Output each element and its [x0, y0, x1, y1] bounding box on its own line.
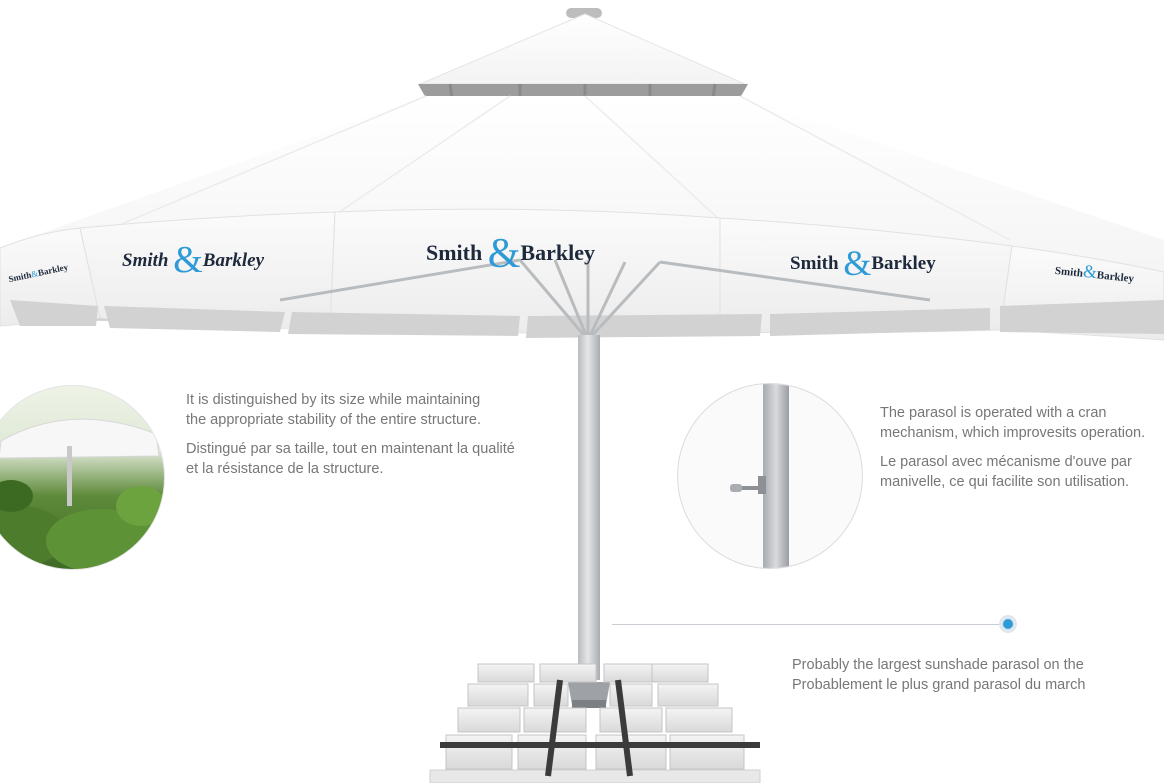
brand-name-left: Smith: [426, 240, 483, 265]
feature-largest: Probably the largest sunshade parasol on…: [792, 655, 1164, 695]
brand-name-right: Barkley: [202, 250, 265, 271]
brand-logo-right: Smith &Barkley: [790, 242, 936, 284]
crank-closeup-circle: [677, 383, 863, 569]
brand-ampersand: &: [487, 231, 521, 277]
feature-size-fr: Distingué par sa taille, tout en mainten…: [186, 441, 515, 477]
feature-size-en: It is distinguished by its size while ma…: [186, 392, 481, 428]
feature-largest-fr: Probablement le plus grand parasol du ma…: [792, 677, 1086, 693]
brand-ampersand: &: [843, 243, 872, 283]
brand-name-left: Smith: [122, 250, 169, 271]
brand-name-left: Smith: [1054, 264, 1084, 280]
callout-dot[interactable]: [1003, 619, 1013, 629]
brand-name-left: Smith: [790, 253, 839, 274]
feature-largest-en: Probably the largest sunshade parasol on…: [792, 657, 1084, 673]
callout-line: [612, 624, 1008, 625]
feature-crank-fr: Le parasol avec mécanisme d'ouve par man…: [880, 454, 1132, 490]
brand-ampersand: &: [173, 239, 203, 281]
feature-size: It is distinguished by its size while ma…: [186, 390, 516, 488]
feature-crank-en: The parasol is operated with a cran mech…: [880, 405, 1146, 441]
brand-name-right: Barkley: [520, 240, 595, 265]
feature-crank: The parasol is operated with a cran mech…: [880, 403, 1164, 501]
brand-name-right: Barkley: [871, 253, 936, 274]
brand-logo-left: Smith &Barkley: [122, 238, 264, 282]
crank-closeup: [730, 384, 789, 568]
brand-name-right: Barkley: [1096, 269, 1135, 286]
brand-logo-center: Smith &Barkley: [426, 230, 595, 278]
